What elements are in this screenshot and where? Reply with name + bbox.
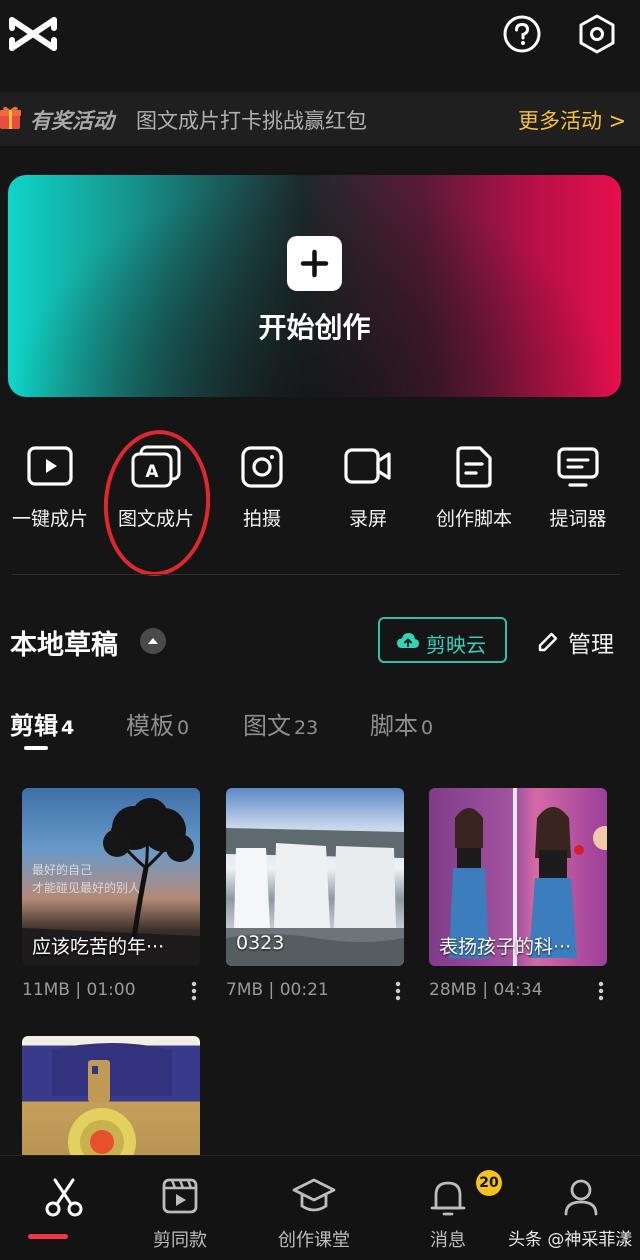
nav-template[interactable]: 剪同款	[116, 1156, 244, 1260]
draft-card[interactable]: 最好的自己 才能碰见最好的别人 应该吃苦的年···	[22, 788, 200, 966]
active-tab-indicator	[24, 746, 48, 750]
more-options-icon[interactable]	[191, 981, 197, 1001]
top-bar	[0, 0, 640, 80]
nav-edit[interactable]	[0, 1156, 128, 1260]
draft-duration: 00:21	[279, 980, 329, 1000]
draft-size: 11MB	[22, 980, 70, 1000]
illustration-thumbnail	[52, 1043, 172, 1155]
activity-banner[interactable]: 有奖活动 图文成片打卡挑战赢红包 更多活动 >	[0, 92, 640, 146]
tab-label: 图文	[243, 712, 291, 740]
tool-label: 录屏	[348, 508, 387, 530]
svg-text:才能碰见最好的别人: 才能碰见最好的别人	[32, 880, 140, 895]
collapse-toggle[interactable]	[140, 628, 166, 654]
draft-duration: 01:00	[86, 980, 136, 1000]
svg-text:最好的自己: 最好的自己	[32, 862, 92, 877]
tool-label: 提词器	[549, 508, 607, 530]
manage-button[interactable]: 管理	[532, 622, 632, 662]
draft-meta: 11MB | 01:00	[22, 980, 136, 1000]
tab-count: 0	[177, 717, 190, 739]
draft-title: 应该吃苦的年···	[32, 936, 165, 958]
tab-image-text[interactable]: 图文 23	[243, 706, 318, 746]
tab-count: 23	[294, 717, 319, 739]
manage-label: 管理	[568, 632, 614, 658]
gift-icon	[0, 104, 22, 130]
tool-screen-record[interactable]: 录屏	[313, 440, 423, 540]
help-button[interactable]	[502, 14, 542, 54]
user-icon	[564, 1179, 598, 1216]
watermark-text: 头条 @神采菲漾	[508, 1230, 633, 1250]
draft-meta: 7MB | 00:21	[226, 980, 329, 1000]
nav-label: 创作课堂	[278, 1230, 350, 1251]
nav-creator-class[interactable]: 创作课堂	[250, 1156, 378, 1260]
activity-description[interactable]: 图文成片打卡挑战赢红包	[136, 105, 367, 135]
tab-label: 脚本	[370, 712, 418, 740]
bell-icon	[430, 1181, 466, 1216]
play-icon	[27, 446, 73, 486]
teleprompter-icon	[557, 447, 599, 487]
message-badge: 20	[476, 1170, 502, 1196]
start-creating-label: 开始创作	[258, 311, 371, 344]
scissors-icon	[45, 1178, 83, 1217]
template-clip-icon	[162, 1178, 198, 1214]
tool-label: 创作脚本	[435, 508, 512, 530]
start-creating-button[interactable]	[287, 236, 342, 291]
cloud-button[interactable]: 剪映云	[378, 617, 507, 663]
tool-one-click-video[interactable]: 一键成片	[0, 440, 105, 540]
draft-card[interactable]	[22, 1036, 200, 1155]
tab-count: 0	[421, 717, 434, 739]
tool-teleprompter[interactable]: 提词器	[523, 440, 633, 540]
activity-title: 有奖活动	[30, 109, 114, 133]
draft-size: 7MB	[226, 980, 264, 1000]
cloud-label: 剪映云	[426, 633, 486, 657]
tool-camera[interactable]: 拍摄	[207, 440, 317, 540]
tab-count: 4	[61, 717, 75, 739]
tool-creation-script[interactable]: 创作脚本	[419, 440, 529, 540]
tab-edit[interactable]: 剪辑 4	[10, 706, 74, 746]
draft-title: 0323	[236, 932, 285, 954]
tab-template[interactable]: 模板 0	[126, 706, 189, 746]
capcut-logo-icon	[8, 14, 58, 54]
tab-label: 剪辑	[10, 712, 58, 740]
plus-icon	[300, 249, 329, 278]
draft-card[interactable]: 表扬孩子的科···	[429, 788, 607, 966]
more-activities-link[interactable]: 更多活动 >	[518, 105, 626, 135]
local-drafts-title: 本地草稿	[10, 630, 118, 661]
tool-label: 拍摄	[242, 508, 281, 530]
tab-script[interactable]: 脚本 0	[370, 706, 433, 746]
camera-icon	[241, 446, 283, 488]
nav-label: 消息	[430, 1230, 466, 1251]
settings-button[interactable]	[575, 12, 619, 56]
tool-label: 一键成片	[11, 508, 88, 530]
divider	[12, 574, 620, 575]
draft-card[interactable]: 0323	[226, 788, 404, 966]
more-options-icon[interactable]	[395, 981, 401, 1001]
more-options-icon[interactable]	[598, 981, 604, 1001]
draft-meta: 28MB | 04:34	[429, 980, 543, 1000]
edit-pencil-icon	[538, 632, 558, 652]
nav-label: 剪同款	[153, 1230, 207, 1251]
cloud-upload-icon	[397, 633, 419, 648]
graduation-cap-icon	[292, 1178, 336, 1212]
draft-size: 28MB	[429, 980, 477, 1000]
help-icon	[503, 15, 541, 53]
script-icon	[456, 446, 492, 488]
tab-label: 模板	[126, 712, 174, 740]
draft-title: 表扬孩子的科···	[439, 936, 572, 958]
caret-up-icon	[148, 638, 158, 644]
settings-hexagon-icon	[579, 14, 615, 54]
video-record-icon	[344, 448, 391, 484]
active-nav-indicator	[28, 1234, 68, 1239]
draft-duration: 04:34	[493, 980, 543, 1000]
